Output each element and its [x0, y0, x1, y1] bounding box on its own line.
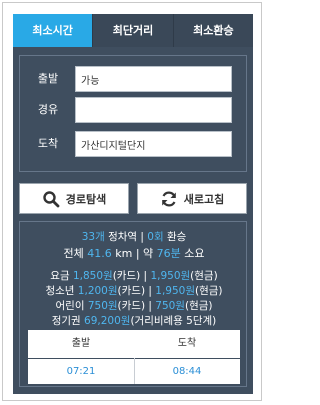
time-table: 출발 도착 07:21 08:44 [28, 330, 240, 384]
fare-pass: 정기권 69,200원(거리비례용 5단계) [20, 313, 248, 328]
youth-card-fare: 1,200원 [77, 285, 118, 297]
station-count: 33개 [81, 231, 105, 243]
total-label: 전체 [63, 247, 88, 260]
youth-fare-label: 청소년 [45, 285, 78, 297]
adult-card-fare: 1,850원 [72, 270, 113, 282]
tab-min-transfer[interactable]: 최소환승 [173, 14, 253, 47]
route-option-tabs: 최소시간 최단거리 최소환승 [13, 14, 253, 47]
adult-cash-fare: 1,950원 [150, 270, 191, 282]
route-search-panel: 최소시간 최단거리 최소환승 출발 경유 도착 경로탐색 새로고 [13, 14, 253, 394]
origin-row: 출발 [20, 66, 248, 92]
route-search-label: 경로탐색 [65, 192, 107, 206]
arrive-header: 도착 [177, 338, 197, 349]
total-minutes: 76분 [156, 247, 181, 260]
child-fare-label: 어린이 [55, 300, 88, 312]
refresh-icon [161, 191, 176, 206]
transfer-count-text: 환승 [163, 231, 187, 243]
fare-youth: 청소년 1,200원(카드) | 1,950원(현금) [20, 283, 248, 298]
child-card-suffix: (카드) | [117, 300, 156, 312]
youth-cash-suffix: (현금) [195, 285, 223, 297]
refresh-button[interactable]: 새로고침 [137, 183, 247, 214]
tab-min-time[interactable]: 최소시간 [13, 14, 94, 47]
route-search-button[interactable]: 경로탐색 [19, 183, 129, 214]
adult-card-suffix: (카드) | [112, 270, 151, 282]
stations-summary: 33개 정차역 | 0회 환승 [20, 229, 248, 244]
adult-fare-label: 요금 [50, 270, 73, 282]
dest-input[interactable] [75, 131, 232, 157]
tab-shortest-distance[interactable]: 최단거리 [93, 14, 174, 47]
pass-fare-label: 정기권 [51, 315, 85, 327]
depart-time: 07:21 [28, 358, 134, 384]
total-distance: 41.6 [87, 247, 112, 260]
youth-cash-fare: 1,950원 [155, 285, 195, 297]
adult-cash-suffix: (현금) [190, 270, 218, 282]
via-row: 경유 [20, 97, 248, 123]
via-label: 경유 [37, 103, 59, 116]
transfer-count: 0회 [147, 231, 164, 243]
via-input[interactable] [75, 97, 232, 123]
station-count-text: 정차역 | [104, 231, 148, 243]
table-divider [134, 358, 135, 384]
child-cash-suffix: (현금) [184, 300, 213, 312]
origin-label: 출발 [37, 72, 59, 85]
minutes-text: 소요 [180, 247, 205, 260]
depart-header: 출발 [71, 338, 91, 349]
pass-fare-suffix: (거리비례용 5단계) [130, 315, 217, 327]
station-form: 출발 경유 도착 [19, 55, 247, 172]
distance-unit: km | 약 [111, 247, 157, 260]
child-card-fare: 750원 [87, 300, 118, 312]
origin-input[interactable] [75, 66, 232, 92]
child-cash-fare: 750원 [155, 300, 185, 312]
youth-card-suffix: (카드) | [117, 285, 156, 297]
dest-label: 도착 [37, 137, 59, 150]
fare-adult: 요금 1,850원(카드) | 1,950원(현금) [20, 268, 248, 283]
refresh-label: 새로고침 [183, 192, 225, 206]
fare-child: 어린이 750원(카드) | 750원(현금) [20, 298, 248, 313]
pass-fare-value: 69,200원 [84, 315, 131, 327]
distance-time-summary: 전체 41.6 km | 약 76분 소요 [20, 245, 248, 261]
dest-row: 도착 [20, 131, 248, 157]
arrive-time: 08:44 [134, 358, 240, 384]
route-result: 33개 정차역 | 0회 환승 전체 41.6 km | 약 76분 소요 요금… [19, 221, 247, 387]
search-icon [43, 190, 60, 207]
